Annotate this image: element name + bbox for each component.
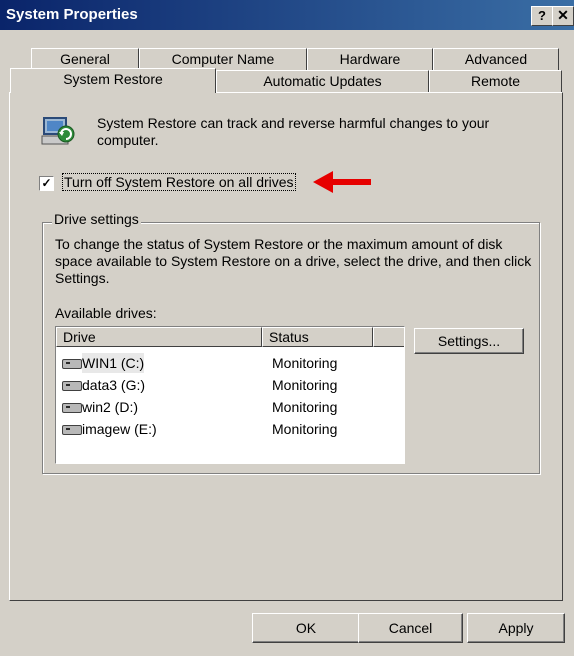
apply-button[interactable]: Apply <box>467 613 565 643</box>
column-header-status[interactable]: Status <box>262 327 373 347</box>
list-item[interactable]: imagew (E:) Monitoring <box>60 419 400 439</box>
red-annotation-arrow <box>313 171 371 193</box>
intro-text: System Restore can track and reverse har… <box>97 115 490 148</box>
title-bar: System Properties ? ✕ <box>0 0 574 30</box>
drive-settings-description: To change the status of System Restore o… <box>55 236 532 286</box>
drive-icon <box>62 359 82 369</box>
drive-icon <box>62 403 82 413</box>
ok-button[interactable]: OK <box>252 613 360 643</box>
drive-icon <box>62 381 82 391</box>
available-drives-label: Available drives: <box>55 305 157 321</box>
cancel-button[interactable]: Cancel <box>358 613 463 643</box>
tab-computer-name[interactable]: Computer Name <box>139 48 307 70</box>
system-restore-icon <box>41 117 75 145</box>
tab-hardware[interactable]: Hardware <box>307 48 433 70</box>
list-item[interactable]: win2 (D:) Monitoring <box>60 397 400 417</box>
drive-icon <box>62 425 82 435</box>
tab-advanced[interactable]: Advanced <box>433 48 559 70</box>
column-header-empty <box>373 327 404 347</box>
drive-name: win2 (D:) <box>82 399 139 415</box>
drive-name: imagew (E:) <box>82 421 157 437</box>
list-item[interactable]: WIN1 (C:) Monitoring <box>60 353 400 373</box>
drive-name: data3 (G:) <box>82 377 146 393</box>
system-properties-window: System Properties ? ✕ General Computer N… <box>0 0 574 656</box>
tab-system-restore[interactable]: System Restore <box>10 68 216 93</box>
settings-button[interactable]: Settings... <box>414 328 524 354</box>
drive-settings-title: Drive settings <box>52 211 141 227</box>
drive-status: Monitoring <box>272 421 338 437</box>
close-button[interactable]: ✕ <box>552 6 574 26</box>
tab-remote[interactable]: Remote <box>429 70 562 92</box>
drive-status: Monitoring <box>272 377 338 393</box>
drives-list[interactable]: Drive Status WIN1 (C:) Monitoring data3 … <box>55 326 405 464</box>
help-button[interactable]: ? <box>531 6 553 26</box>
list-item[interactable]: data3 (G:) Monitoring <box>60 375 400 395</box>
column-header-drive[interactable]: Drive <box>56 327 262 347</box>
tab-general[interactable]: General <box>31 48 139 70</box>
drive-status: Monitoring <box>272 355 338 371</box>
drive-status: Monitoring <box>272 399 338 415</box>
tab-automatic-updates[interactable]: Automatic Updates <box>216 70 429 92</box>
drive-name: WIN1 (C:) <box>82 353 145 373</box>
turn-off-checkbox[interactable]: ✓ <box>39 176 54 191</box>
turn-off-checkbox-label[interactable]: Turn off System Restore on all drives <box>62 173 296 191</box>
window-title: System Properties <box>6 6 138 23</box>
